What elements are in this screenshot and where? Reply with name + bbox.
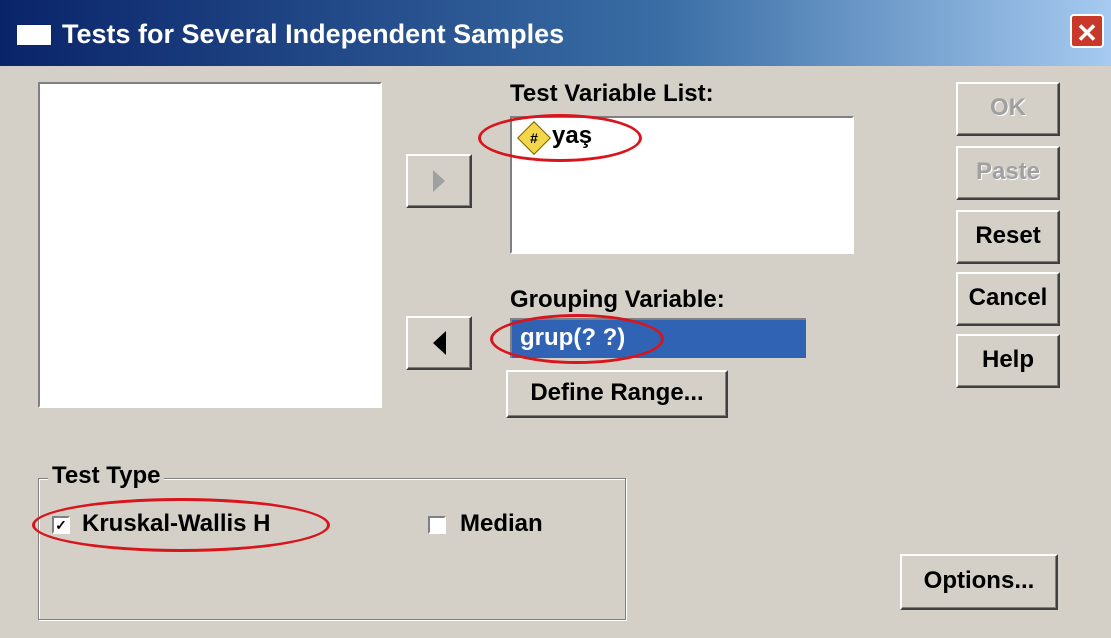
help-button[interactable]: Help [956, 334, 1060, 388]
options-button[interactable]: Options... [900, 554, 1058, 610]
title-bar[interactable]: Tests for Several Independent Samples ✕ [0, 0, 1111, 66]
kruskal-wallis-checkbox[interactable]: ✓ [52, 516, 70, 534]
reset-button[interactable]: Reset [956, 210, 1060, 264]
median-checkbox[interactable] [428, 516, 446, 534]
kruskal-wallis-label[interactable]: Kruskal-Wallis H [82, 510, 271, 538]
arrow-left-icon [432, 331, 446, 355]
define-range-button[interactable]: Define Range... [506, 370, 728, 418]
window-title: Tests for Several Independent Samples [62, 19, 565, 49]
source-variable-list[interactable] [38, 82, 382, 408]
move-to-test-list-button[interactable] [406, 154, 472, 208]
window-icon [16, 24, 52, 46]
ok-button[interactable]: OK [956, 82, 1060, 136]
grouping-variable-label: Grouping Variable: [510, 286, 725, 313]
grouping-variable-value: grup(? ?) [520, 324, 626, 351]
test-variable-list-label: Test Variable List: [510, 80, 714, 107]
median-label[interactable]: Median [460, 510, 543, 538]
cancel-button[interactable]: Cancel [956, 272, 1060, 326]
test-type-groupbox [38, 478, 626, 620]
scale-variable-icon: # [517, 121, 551, 155]
arrow-right-icon [433, 170, 445, 192]
test-variable-item[interactable]: yaş [552, 122, 592, 150]
grouping-variable-field[interactable]: grup(? ?) [510, 318, 806, 358]
test-variable-list[interactable]: # yaş [510, 116, 854, 254]
paste-button[interactable]: Paste [956, 146, 1060, 200]
move-grouping-variable-button[interactable] [406, 316, 472, 370]
close-button[interactable]: ✕ [1070, 14, 1104, 48]
test-type-label: Test Type [48, 462, 165, 490]
